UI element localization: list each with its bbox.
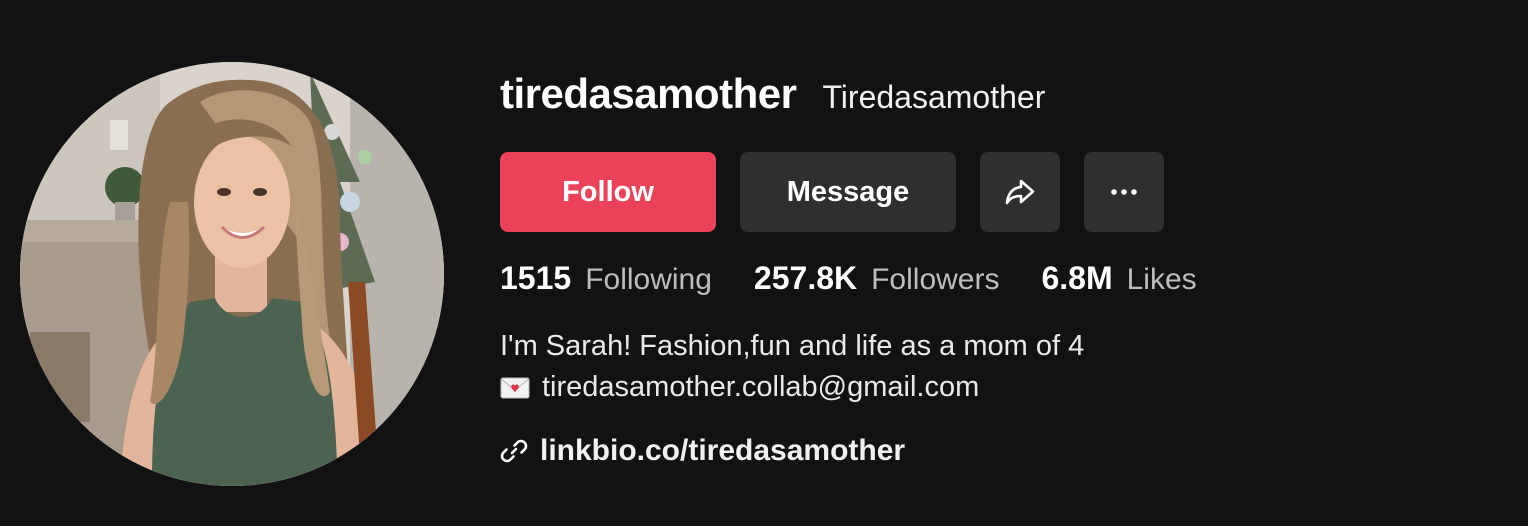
- love-letter-icon: [500, 377, 530, 398]
- action-buttons: Follow Message: [500, 152, 1480, 232]
- stat-followers[interactable]: 257.8K Followers: [754, 260, 1000, 297]
- nickname: Tiredasamother: [822, 79, 1046, 115]
- bio: I'm Sarah! Fashion,fun and life as a mom…: [500, 326, 1480, 408]
- profile-photo: [20, 62, 444, 486]
- bio-email-line: tiredasamother.collab@gmail.com: [500, 367, 1480, 408]
- bio-line: I'm Sarah! Fashion,fun and life as a mom…: [500, 330, 1085, 362]
- profile-header: tiredasamother Tiredasamother Follow Mes…: [0, 0, 1528, 526]
- profile-info: tiredasamother Tiredasamother Follow Mes…: [500, 70, 1480, 468]
- share-button[interactable]: [980, 152, 1060, 232]
- stat-label: Likes: [1126, 263, 1197, 296]
- link-icon: [500, 439, 528, 463]
- share-arrow-icon: [1005, 179, 1035, 205]
- stat-likes: 6.8M Likes: [1041, 260, 1196, 297]
- stat-value: 257.8K: [753, 260, 858, 296]
- message-button[interactable]: Message: [740, 152, 956, 232]
- stats-row: 1515 Following 257.8K Followers 6.8M Lik…: [500, 260, 1480, 304]
- stat-label: Following: [585, 263, 712, 296]
- username: tiredasamother: [500, 70, 797, 117]
- follow-button[interactable]: Follow: [500, 152, 716, 232]
- more-button[interactable]: [1084, 152, 1164, 232]
- bio-link[interactable]: linkbio.co/tiredasamother: [500, 434, 1480, 468]
- more-dots-icon: [1111, 189, 1137, 195]
- avatar[interactable]: [20, 62, 444, 486]
- link-text: linkbio.co/tiredasamother: [540, 434, 906, 467]
- stat-following[interactable]: 1515 Following: [500, 260, 712, 297]
- stat-value: 1515: [500, 260, 572, 296]
- stat-label: Followers: [871, 263, 1000, 296]
- stat-value: 6.8M: [1041, 260, 1113, 296]
- name-row: tiredasamother Tiredasamother: [500, 70, 1480, 130]
- bio-email: tiredasamother.collab@gmail.com: [542, 371, 980, 403]
